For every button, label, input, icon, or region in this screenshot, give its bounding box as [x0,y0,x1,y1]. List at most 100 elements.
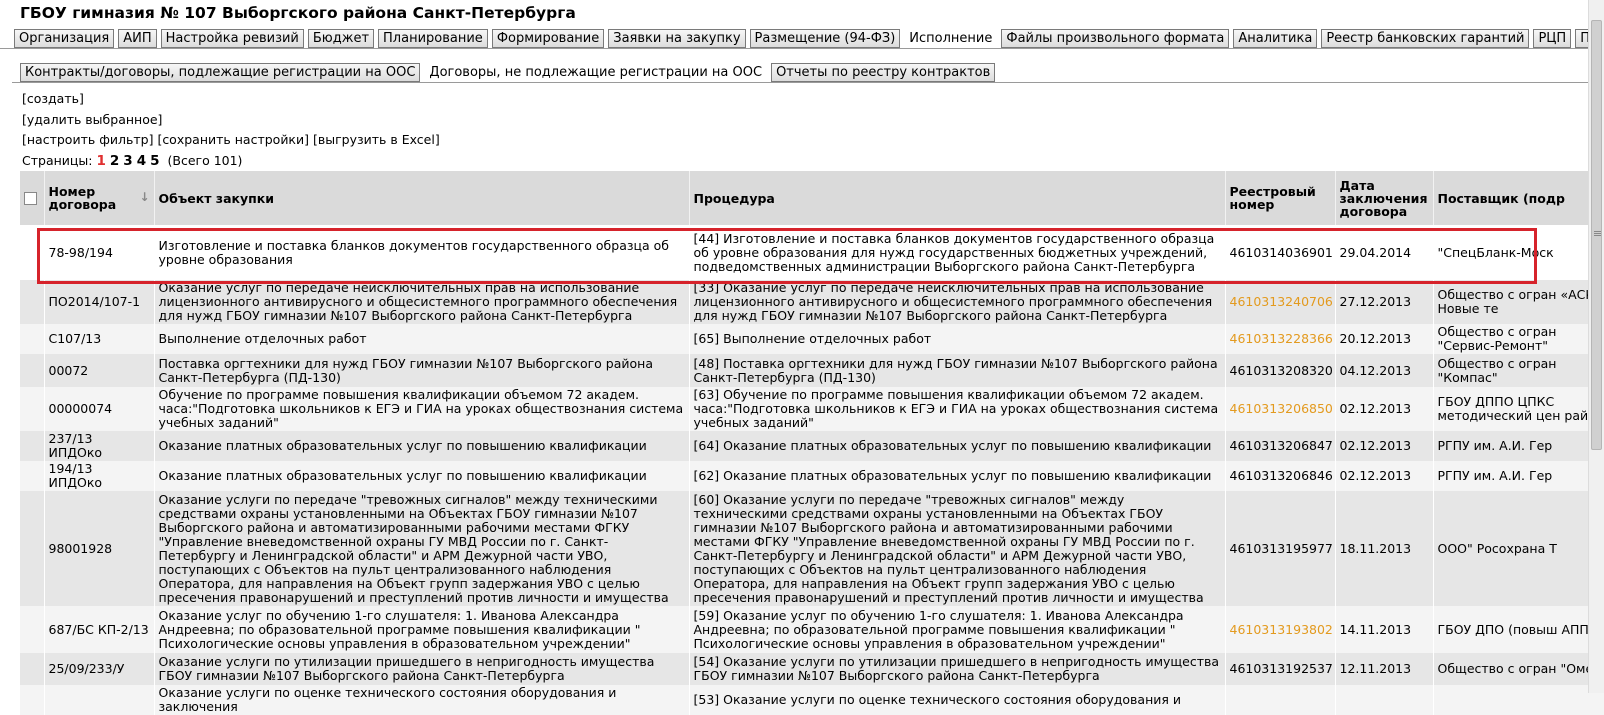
header-number[interactable]: Номер договора ↓ [44,171,155,225]
cell-date: 02.12.2013 [1335,387,1434,431]
delete-selected-link[interactable]: [удалить выбранное] [22,112,162,127]
pager-page-5[interactable]: 5 [150,153,159,169]
cell-select[interactable] [20,225,45,280]
header-supplier[interactable]: Поставщик (подр [1433,171,1604,225]
header-date[interactable]: Дата заключения договора [1335,171,1434,225]
cell-registry: 4610313195977 [1225,491,1336,606]
scrollbar-thumb[interactable] [1591,20,1602,450]
table-row[interactable]: С107/13 Выполнение отделочных работ [65] В… [20,324,1604,354]
cell-date: 14.11.2013 [1335,606,1434,653]
cell-registry[interactable]: 4610313228366 [1225,324,1336,354]
cell-date: 02.12.2013 [1335,461,1434,491]
table-row[interactable]: 00000074 Обучение по программе повышения … [20,387,1604,431]
tab-main-11[interactable]: Реестр банковских гарантий [1321,29,1530,48]
cell-procedure: [44] Изготовление и поставка бланков док… [689,225,1226,280]
cell-supplier: РГПУ им. А.И. Гер [1433,461,1604,491]
tab-sub-0[interactable]: Контракты/договоры, подлежащие регистрац… [20,63,421,82]
tab-main-10[interactable]: Аналитика [1233,29,1318,48]
table-row[interactable]: 98001928 Оказание услуги по передаче "тре… [20,491,1604,606]
tab-main-2[interactable]: Настройка ревизий [160,29,304,48]
vertical-scrollbar[interactable] [1588,0,1604,693]
tab-main-8[interactable]: Исполнение [904,29,998,48]
header-procedure[interactable]: Процедура [689,171,1226,225]
export-excel-link[interactable]: [выгрузить в Excel] [313,132,440,147]
pager-total: (Всего 101) [167,152,243,168]
cell-object: Оказание услуг по передаче неисключитель… [154,280,690,324]
cell-select[interactable] [20,280,45,324]
cell-object: Оказание платных образовательных услуг п… [154,431,690,461]
cell-select[interactable] [20,653,45,685]
table-row[interactable]: 78-98/194 Изготовление и поставка бланков… [20,225,1604,280]
cell-supplier: РГПУ им. А.И. Гер [1433,431,1604,461]
cell-date: 29.04.2014 [1335,225,1434,280]
cell-procedure: [54] Оказание услуги по утилизации прише… [689,653,1226,685]
cell-supplier: Общество с огран «АСКОД Новые те [1433,280,1604,324]
cell-select[interactable] [20,431,45,461]
tab-main-6[interactable]: Заявки на закупку [608,29,746,48]
table-row[interactable]: ПО2014/107-1 Оказание услуг по передаче н… [20,280,1604,324]
cell-select[interactable] [20,387,45,431]
cell-registry: 4610313192537 [1225,653,1336,685]
cell-number: 237/13 ИПДОко [44,431,155,461]
page-title: ГБОУ гимназия № 107 Выборгского района С… [20,4,576,22]
cell-select[interactable] [20,685,45,715]
tab-sub-1[interactable]: Договоры, не подлежащие регистрации на О… [424,63,768,82]
tab-main-12[interactable]: РЦП [1533,29,1572,48]
cell-registry[interactable]: 4610313206850 [1225,387,1336,431]
cell-date: 04.12.2013 [1335,354,1434,387]
cell-registry[interactable]: 4610313240706 [1225,280,1336,324]
cell-select[interactable] [20,324,45,354]
cell-number: С107/13 [44,324,155,354]
cell-supplier: ООО" Росохрана Т [1433,491,1604,606]
cell-object: Обучение по программе повышения квалифик… [154,387,690,431]
cell-procedure: [63] Обучение по программе повышения ква… [689,387,1226,431]
table-row[interactable]: Оказание услуги по оценке технического с… [20,685,1604,715]
cell-procedure: [60] Оказание услуги по передаче "тревож… [689,491,1226,606]
cell-supplier: Общество с огран "Сервис-Ремонт" [1433,324,1604,354]
tab-main-0[interactable]: Организация [14,29,115,48]
cell-registry: 4610314036901 [1225,225,1336,280]
pager-page-2[interactable]: 2 [110,153,119,169]
cell-registry[interactable]: 4610313193802 [1225,606,1336,653]
cell-date [1335,685,1434,715]
header-object[interactable]: Объект закупки [154,171,690,225]
cell-date: 02.12.2013 [1335,431,1434,461]
cell-select[interactable] [20,606,45,653]
header-registry[interactable]: Реестровый номер [1225,171,1336,225]
save-settings-link[interactable]: [сохранить настройки] [157,132,309,147]
setup-filter-link[interactable]: [настроить фильтр] [22,132,153,147]
tab-main-5[interactable]: Формирование [491,29,605,48]
cell-supplier: ГБОУ ДПО (повыш АППО [1433,606,1604,653]
table-row[interactable]: 687/БС КП-2/13 Оказание услуг по обучению… [20,606,1604,653]
cell-procedure: [33] Оказание услуг по передаче неисключ… [689,280,1226,324]
tab-main-9[interactable]: Файлы произвольного формата [1001,29,1230,48]
table-row[interactable]: 194/13 ИПДОко Оказание платных образовате… [20,461,1604,491]
cell-number [44,685,155,715]
cell-procedure: [65] Выполнение отделочных работ [689,324,1226,354]
cell-select[interactable] [20,354,45,387]
cell-supplier [1433,685,1604,715]
pager-page-4[interactable]: 4 [137,153,146,169]
tab-main-13[interactable]: Прочие доку [1575,29,1588,48]
cell-number: 00000074 [44,387,155,431]
tab-main-3[interactable]: Бюджет [307,29,375,48]
sort-arrow-icon[interactable]: ↓ [139,191,149,204]
table-row[interactable]: 237/13 ИПДОко Оказание платных образовате… [20,431,1604,461]
table-row[interactable]: 00072 Поставка оргтехники для нужд ГБОУ г… [20,354,1604,387]
table-header-row: Номер договора ↓ Объект закупки Процедура… [20,171,1604,225]
tab-main-7[interactable]: Размещение (94-ФЗ) [749,29,901,48]
cell-supplier: ГБОУ ДППО ЦПКС методический цен района [1433,387,1604,431]
cell-select[interactable] [20,491,45,606]
cell-select[interactable] [20,461,45,491]
pager-page-3[interactable]: 3 [123,153,132,169]
pager-page-1[interactable]: 1 [96,153,105,169]
cell-number: 00072 [44,354,155,387]
tab-main-1[interactable]: АИП [118,29,157,48]
tab-sub-2[interactable]: Отчеты по реестру контрактов [771,63,996,82]
tab-main-4[interactable]: Планирование [378,29,488,48]
create-link[interactable]: [создать] [22,91,84,106]
cell-date: 20.12.2013 [1335,324,1434,354]
table-row[interactable]: 25/09/233/У Оказание услуги по утилизации… [20,653,1604,685]
select-all-checkbox[interactable] [24,192,37,205]
sub-tabbar: Контракты/договоры, подлежащие регистрац… [12,62,1588,83]
